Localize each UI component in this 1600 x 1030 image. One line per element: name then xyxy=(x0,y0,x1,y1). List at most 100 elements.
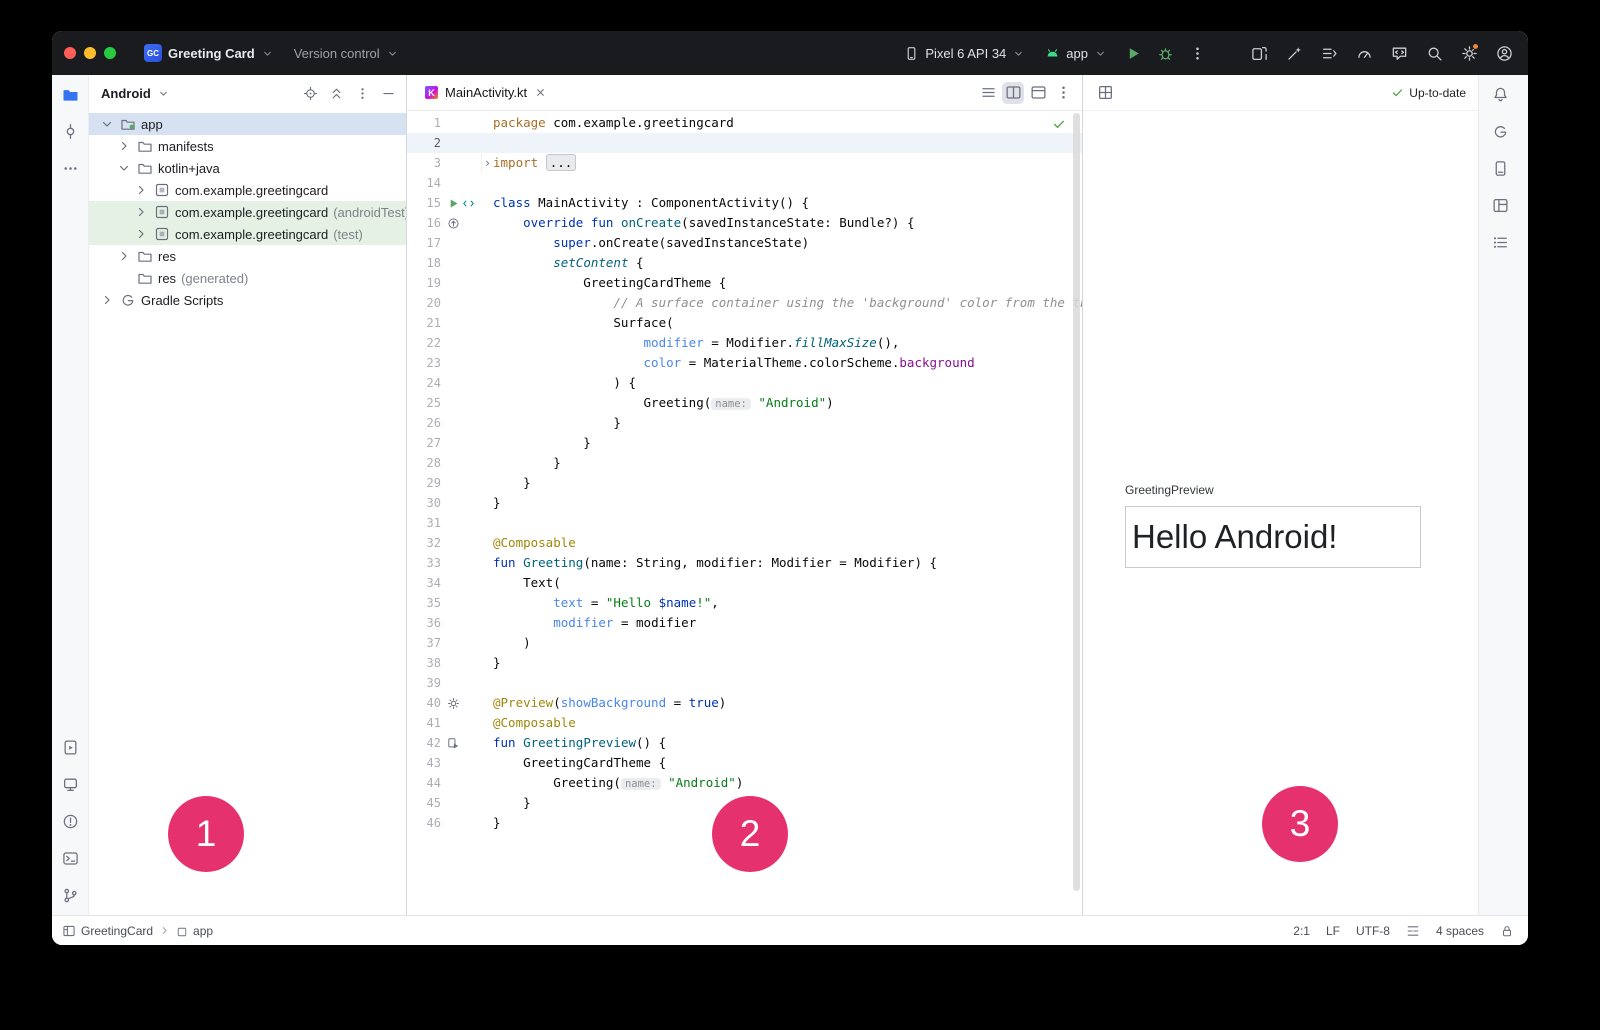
version-control-widget[interactable]: Version control xyxy=(288,42,405,65)
user-icon[interactable] xyxy=(1492,41,1516,65)
code-line-34[interactable]: 34 Text( xyxy=(407,573,1082,593)
kebab-icon[interactable] xyxy=(1052,82,1074,104)
ai-wand-icon[interactable] xyxy=(1282,41,1306,65)
code-line-39[interactable]: 39 xyxy=(407,673,1082,693)
code-line-2[interactable]: 2 xyxy=(407,133,1082,153)
chevron-right-icon[interactable] xyxy=(133,182,149,198)
settings-icon[interactable] xyxy=(1457,41,1481,65)
code-line-27[interactable]: 27 } xyxy=(407,433,1082,453)
chevron-right-icon[interactable] xyxy=(133,204,149,220)
profiler-icon[interactable] xyxy=(1352,41,1376,65)
breadcrumb-project[interactable]: GreetingCard xyxy=(81,924,153,938)
split-editor-icon[interactable] xyxy=(1002,82,1024,104)
device-explorer-icon[interactable] xyxy=(1488,156,1512,180)
project-widget[interactable]: GC Greeting Card xyxy=(138,40,280,66)
breadcrumb-module[interactable]: app xyxy=(176,924,213,938)
problems-icon[interactable] xyxy=(58,809,82,833)
code-line-42[interactable]: 42fun GreetingPreview() { xyxy=(407,733,1082,753)
settings-icon[interactable] xyxy=(447,697,460,710)
code-line-40[interactable]: 40@Preview(showBackground = true) xyxy=(407,693,1082,713)
code-line-19[interactable]: 19 GreetingCardTheme { xyxy=(407,273,1082,293)
code-line-29[interactable]: 29 } xyxy=(407,473,1082,493)
preview-view-mode-icon[interactable] xyxy=(1095,83,1115,103)
ellipsis-icon[interactable] xyxy=(58,156,82,180)
tree-item-app[interactable]: app xyxy=(89,113,406,135)
debug-button[interactable] xyxy=(1153,41,1177,65)
code-line-21[interactable]: 21 Surface( xyxy=(407,313,1082,333)
tree-item-manifests[interactable]: manifests xyxy=(89,135,406,157)
chevron-right-icon[interactable] xyxy=(116,248,132,264)
caret-position-widget[interactable]: 2:1 xyxy=(1293,924,1310,938)
code-line-26[interactable]: 26 } xyxy=(407,413,1082,433)
chevron-right-icon[interactable] xyxy=(99,292,115,308)
search-icon[interactable] xyxy=(1422,41,1446,65)
kebab-icon[interactable] xyxy=(350,81,374,105)
fold-expand-icon[interactable]: › xyxy=(481,153,493,173)
encoding-widget[interactable]: UTF-8 xyxy=(1356,924,1390,938)
running-devices-icon[interactable] xyxy=(58,735,82,759)
tree-item-res[interactable]: res (generated) xyxy=(89,267,406,289)
code-line-16[interactable]: 16 override fun onCreate(savedInstanceSt… xyxy=(407,213,1082,233)
code-line-24[interactable]: 24 ) { xyxy=(407,373,1082,393)
device-manager-icon[interactable] xyxy=(58,772,82,796)
gemini-chat-icon[interactable] xyxy=(1387,41,1411,65)
gutter[interactable] xyxy=(443,217,481,230)
code-line-43[interactable]: 43 GreetingCardTheme { xyxy=(407,753,1082,773)
project-folder-icon[interactable] xyxy=(58,82,82,106)
gutter[interactable] xyxy=(443,197,481,210)
run-configuration-selector[interactable]: app xyxy=(1039,42,1113,65)
close-window-button[interactable] xyxy=(64,47,76,59)
collapse-icon[interactable] xyxy=(324,81,348,105)
layout-inspector-icon[interactable] xyxy=(1488,193,1512,217)
bell-icon[interactable] xyxy=(1488,82,1512,106)
tree-item-res[interactable]: res xyxy=(89,245,406,267)
code-line-23[interactable]: 23 color = MaterialTheme.colorScheme.bac… xyxy=(407,353,1082,373)
hamburger-icon[interactable] xyxy=(977,82,999,104)
run-button[interactable] xyxy=(1121,41,1145,65)
code-line-31[interactable]: 31 xyxy=(407,513,1082,533)
gradle-icon[interactable] xyxy=(1488,119,1512,143)
chevron-right-icon[interactable] xyxy=(133,226,149,242)
preview-run-icon[interactable] xyxy=(447,737,460,750)
code-line-33[interactable]: 33fun Greeting(name: String, modifier: M… xyxy=(407,553,1082,573)
code-line-17[interactable]: 17 super.onCreate(savedInstanceState) xyxy=(407,233,1082,253)
code-line-20[interactable]: 20 // A surface container using the 'bac… xyxy=(407,293,1082,313)
design-view-icon[interactable] xyxy=(1027,82,1049,104)
code-line-35[interactable]: 35 text = "Hello $name!", xyxy=(407,593,1082,613)
tool-window-widget-icon[interactable] xyxy=(62,924,76,938)
code-line-25[interactable]: 25 Greeting(name: "Android") xyxy=(407,393,1082,413)
more-run-actions-button[interactable] xyxy=(1185,41,1209,65)
code-line-41[interactable]: 41@Composable xyxy=(407,713,1082,733)
tree-item-com-example-greetingcard[interactable]: com.example.greetingcard (androidTest) xyxy=(89,201,406,223)
code-line-14[interactable]: 14 xyxy=(407,173,1082,193)
editor-scrollbar[interactable] xyxy=(1073,113,1080,891)
target-icon[interactable] xyxy=(298,81,322,105)
structure-list-icon[interactable] xyxy=(1317,41,1341,65)
code-line-38[interactable]: 38} xyxy=(407,653,1082,673)
code-line-3[interactable]: 3›import ... xyxy=(407,153,1082,173)
code-line-32[interactable]: 32@Composable xyxy=(407,533,1082,553)
code-line-18[interactable]: 18 setContent { xyxy=(407,253,1082,273)
minimize-window-button[interactable] xyxy=(84,47,96,59)
line-separator-widget[interactable]: LF xyxy=(1326,924,1340,938)
chevron-right-icon[interactable] xyxy=(116,138,132,154)
gutter[interactable] xyxy=(443,737,481,750)
indent-widget[interactable]: 4 spaces xyxy=(1436,924,1484,938)
code-line-15[interactable]: 15class MainActivity : ComponentActivity… xyxy=(407,193,1082,213)
chevron-down-icon[interactable] xyxy=(116,160,132,176)
tree-item-com-example-greetingcard[interactable]: com.example.greetingcard xyxy=(89,179,406,201)
code-line-22[interactable]: 22 modifier = Modifier.fillMaxSize(), xyxy=(407,333,1082,353)
code-line-37[interactable]: 37 ) xyxy=(407,633,1082,653)
device-mirroring-icon[interactable] xyxy=(1247,41,1271,65)
project-view-selector[interactable]: Android xyxy=(99,84,172,103)
inspections-status-icon[interactable] xyxy=(1052,117,1066,131)
override-icon[interactable] xyxy=(447,217,460,230)
git-branch-icon[interactable] xyxy=(58,883,82,907)
close-tab-icon[interactable] xyxy=(534,86,547,99)
code-line-28[interactable]: 28 } xyxy=(407,453,1082,473)
tree-item-kotlin-java[interactable]: kotlin+java xyxy=(89,157,406,179)
code-line-36[interactable]: 36 modifier = modifier xyxy=(407,613,1082,633)
device-selector[interactable]: Pixel 6 API 34 xyxy=(898,42,1031,65)
editor-tab-mainactivity[interactable]: K MainActivity.kt xyxy=(415,75,557,110)
zoom-window-button[interactable] xyxy=(104,47,116,59)
